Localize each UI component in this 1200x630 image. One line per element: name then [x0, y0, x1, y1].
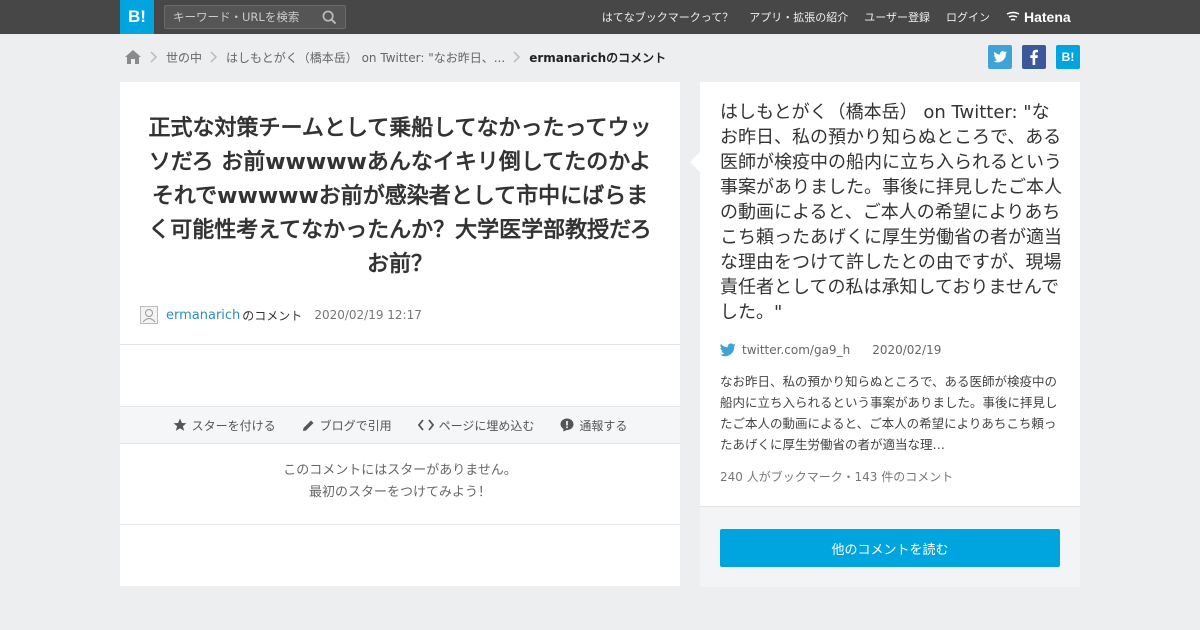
divider — [120, 344, 680, 345]
chevron-right-icon — [513, 51, 521, 63]
breadcrumb-current: ermanarichのコメント — [529, 50, 667, 65]
pencil-icon — [302, 420, 314, 431]
entry-card: はしもとがく（橋本岳） on Twitter: "なお昨日、私の預かり知らぬとこ… — [690, 82, 1080, 587]
add-star-label: スターを付ける — [191, 418, 276, 433]
search-box[interactable] — [164, 5, 346, 29]
comment-user-link[interactable]: ermanarich — [166, 308, 240, 323]
home-icon[interactable] — [124, 49, 142, 65]
breadcrumb-category[interactable]: 世の中 — [166, 49, 202, 66]
twitter-icon — [720, 343, 736, 357]
nav-register[interactable]: ユーザー登録 — [864, 9, 930, 25]
entry-excerpt: なお昨日、私の預かり知らぬところで、ある医師が検疫中の船内に立ち入られるという事… — [720, 374, 1058, 452]
comment-meta: ermanarich のコメント 2020/02/19 12:17 — [140, 304, 422, 326]
comment-user-suffix: のコメント — [242, 308, 303, 323]
alert-icon — [560, 418, 574, 432]
comment-text: 正式な対策チームとして乗船してなかったってウッソだろ お前wwwwwあんなイキリ… — [148, 116, 652, 277]
facebook-icon — [1030, 49, 1038, 65]
read-more-comments-button[interactable]: 他のコメントを読む — [720, 529, 1060, 567]
nav-login[interactable]: ログイン — [946, 9, 990, 25]
nav-apps[interactable]: アプリ・拡張の紹介 — [749, 9, 848, 25]
blog-quote-button[interactable]: ブログで引用 — [302, 417, 392, 434]
entry-source: twitter.com/ga9_h 2020/02/19 — [720, 340, 941, 360]
avatar[interactable] — [140, 306, 158, 324]
hatena-logo-icon — [1006, 11, 1020, 21]
comment-card: 正式な対策チームとして乗船してなかったってウッソだろ お前wwwwwあんなイキリ… — [120, 82, 680, 586]
add-star-button[interactable]: スターを付ける — [173, 417, 276, 434]
bookmark-counts[interactable]: 240 人がブックマーク・143 件のコメント — [720, 468, 953, 485]
hatena-bookmark-logo[interactable]: B! — [120, 0, 154, 34]
share-facebook-button[interactable] — [1022, 45, 1046, 69]
entry-source-link[interactable]: twitter.com/ga9_h — [742, 343, 850, 357]
share-twitter-button[interactable] — [988, 45, 1012, 69]
breadcrumb: 世の中 はしもとがく（橋本岳） on Twitter: "なお昨日、... er… — [124, 47, 666, 67]
share-hatebu-button[interactable]: B! — [1056, 45, 1080, 69]
entry-title[interactable]: はしもとがく（橋本岳） on Twitter: "なお昨日、私の預かり知らぬとこ… — [720, 100, 1062, 325]
header-nav: はてなブックマークって？ アプリ・拡張の紹介 ユーザー登録 ログイン — [602, 0, 990, 34]
twitter-icon — [993, 51, 1007, 63]
embed-label: ページに埋め込む — [438, 418, 535, 433]
report-button[interactable]: 通報する — [560, 417, 627, 434]
hatena-brand-label: Hatena — [1024, 9, 1071, 25]
comment-date[interactable]: 2020/02/19 12:17 — [314, 308, 422, 322]
search-icon[interactable] — [322, 10, 337, 25]
entry-footer: 他のコメントを読む — [700, 506, 1080, 587]
code-icon — [417, 419, 434, 431]
global-header: B! はてなブックマークって？ アプリ・拡張の紹介 ユーザー登録 ログイン Ha… — [0, 0, 1200, 34]
hatena-brand[interactable]: Hatena — [1006, 8, 1071, 26]
chevron-right-icon — [150, 51, 158, 63]
embed-button[interactable]: ページに埋め込む — [417, 417, 535, 434]
callout-arrow — [690, 152, 700, 172]
star-icon — [173, 418, 187, 431]
no-star-message: このコメントにはスターがありません。 最初のスターをつけてみよう！ — [120, 460, 680, 504]
nav-about[interactable]: はてなブックマークって？ — [602, 9, 733, 25]
entry-date: 2020/02/19 — [872, 343, 942, 357]
no-star-line-2: 最初のスターをつけてみよう！ — [308, 485, 491, 500]
blog-quote-label: ブログで引用 — [319, 418, 392, 433]
divider — [120, 524, 680, 525]
report-label: 通報する — [579, 418, 628, 433]
search-input[interactable] — [173, 6, 313, 28]
no-star-line-1: このコメントにはスターがありません。 — [283, 463, 517, 478]
comment-actions: スターを付ける ブログで引用 ページに埋め込む 通報する — [120, 406, 680, 444]
breadcrumb-entry[interactable]: はしもとがく（橋本岳） on Twitter: "なお昨日、... — [226, 49, 505, 66]
chevron-right-icon — [210, 51, 218, 63]
